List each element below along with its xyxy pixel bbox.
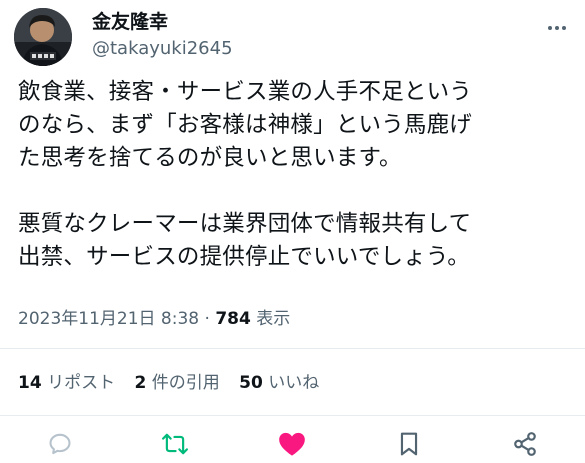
divider bbox=[0, 348, 585, 349]
likes-label: いいね bbox=[268, 373, 320, 393]
avatar[interactable] bbox=[14, 8, 72, 66]
engagement-stats: 14 リポスト 2 件の引用 50 いいね bbox=[18, 369, 333, 397]
reposts-label: リポスト bbox=[47, 373, 116, 393]
likes-count: 50 bbox=[239, 373, 263, 393]
tweet-paragraph: 悪質なクレーマーは業界団体で情報共有して 出禁、サービスの提供停止でいいでしょう… bbox=[18, 211, 472, 270]
heart-icon bbox=[279, 432, 305, 456]
tweet-meta: 2023年11月21日 8:38 · 784 表示 bbox=[18, 305, 290, 333]
reply-button[interactable] bbox=[40, 425, 80, 463]
bookmark-button[interactable] bbox=[389, 425, 429, 463]
reposts-stat[interactable]: 14 リポスト bbox=[18, 373, 120, 393]
comment-icon bbox=[49, 433, 71, 455]
bookmark-icon bbox=[400, 432, 418, 456]
retweet-icon bbox=[162, 433, 188, 455]
share-icon bbox=[514, 432, 536, 456]
views-count: 784 bbox=[215, 309, 251, 329]
user-handle[interactable]: @takayuki2645 bbox=[92, 36, 233, 62]
share-button[interactable] bbox=[505, 425, 545, 463]
divider bbox=[0, 415, 585, 416]
reposts-count: 14 bbox=[18, 373, 42, 393]
views-label: 表示 bbox=[256, 309, 291, 329]
display-name[interactable]: 金友隆幸 bbox=[92, 10, 233, 34]
quotes-stat[interactable]: 2 件の引用 bbox=[134, 373, 225, 393]
tweet-header: 金友隆幸 @takayuki2645 bbox=[14, 6, 571, 66]
like-button[interactable] bbox=[272, 425, 312, 463]
profile-photo-icon bbox=[14, 8, 72, 66]
likes-stat[interactable]: 50 いいね bbox=[239, 373, 319, 393]
retweet-button[interactable] bbox=[155, 425, 195, 463]
action-bar bbox=[0, 425, 585, 463]
more-dots-icon bbox=[548, 26, 566, 30]
tweet-timestamp[interactable]: 2023年11月21日 8:38 bbox=[18, 309, 199, 329]
meta-separator: · bbox=[204, 309, 210, 329]
quotes-count: 2 bbox=[134, 373, 147, 393]
quotes-label: 件の引用 bbox=[151, 373, 220, 393]
user-info: 金友隆幸 @takayuki2645 bbox=[92, 10, 233, 62]
tweet-paragraph: 飲食業、接客・サービス業の人手不足という のなら、まず「お客様は神様」という馬鹿… bbox=[18, 79, 473, 171]
more-options-button[interactable] bbox=[545, 16, 569, 40]
tweet-text: 飲食業、接客・サービス業の人手不足という のなら、まず「お客様は神様」という馬鹿… bbox=[18, 76, 573, 274]
